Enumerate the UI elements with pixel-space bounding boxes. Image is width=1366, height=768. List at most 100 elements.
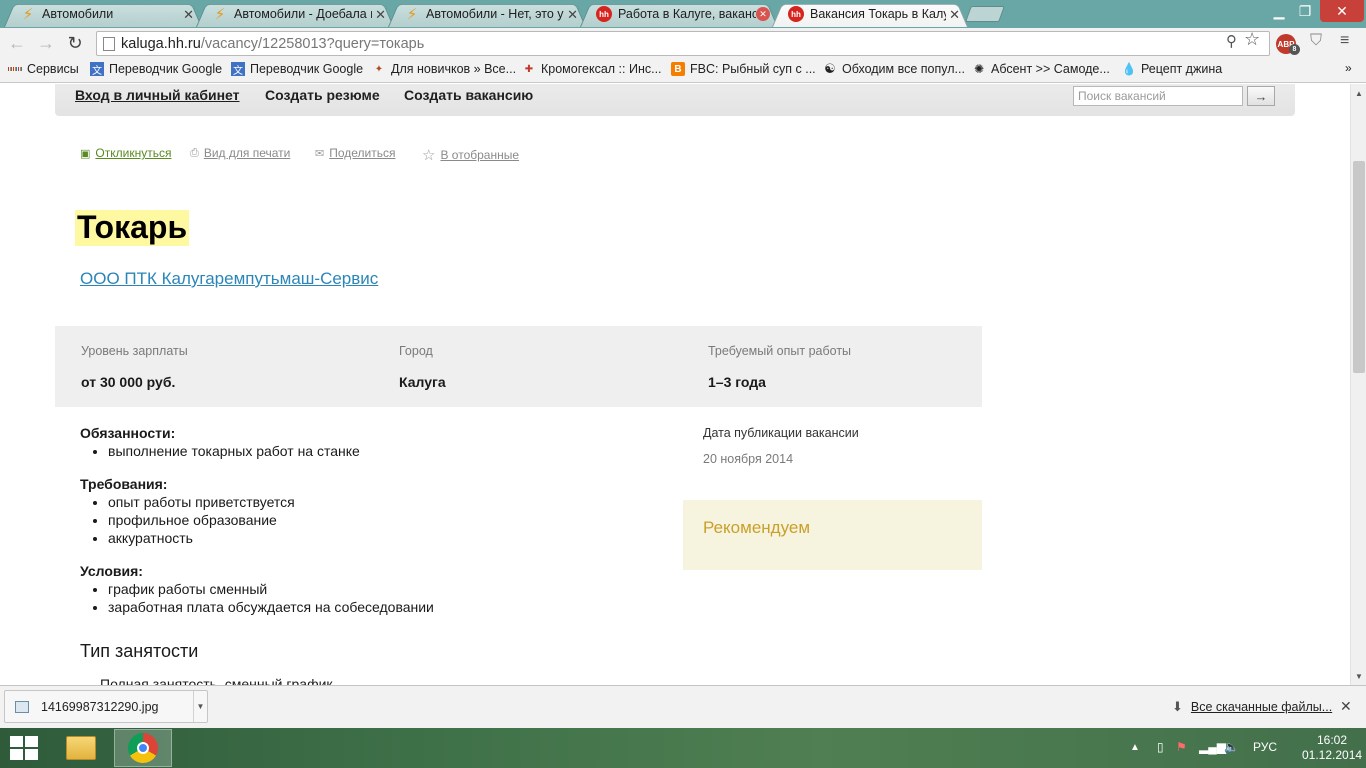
drop-icon: 💧 [1121, 62, 1137, 76]
clock[interactable]: 16:02 01.12.2014 [1302, 733, 1362, 763]
minimize-icon[interactable]: ▁ [1266, 0, 1292, 22]
list-item: профильное образование [108, 511, 640, 529]
section-heading-conditions: Условия: [80, 563, 143, 579]
pin-icon[interactable]: ⚲ [1226, 32, 1237, 50]
tab-avtomobili-3[interactable]: ⚡ Автомобили - Нет, это у ✕ [388, 1, 586, 27]
list-item: выполнение токарных работ на станке [108, 442, 640, 460]
chevron-down-icon[interactable]: ▼ [193, 691, 207, 722]
close-tab-icon[interactable]: ✕ [949, 7, 960, 23]
print-link[interactable]: Вид для печати [204, 146, 291, 160]
respond-link[interactable]: Откликнуться [95, 146, 171, 160]
bookmark-kromogeksal[interactable]: ✚ Кромогексал :: Инс... [522, 62, 662, 76]
list-item: график работы сменный [108, 580, 640, 598]
tab-avtomobili-2[interactable]: ⚡ Автомобили - Доебала в ✕ [196, 1, 394, 27]
scroll-up-icon[interactable]: ▲ [1351, 86, 1366, 100]
reload-icon[interactable]: ↻ [64, 32, 86, 54]
favorite-action[interactable]: ☆ В отобранные [422, 146, 519, 164]
signal-icon[interactable]: ▂▄▆ [1199, 740, 1226, 754]
page-viewport: Вход в личный кабинет Создать резюме Соз… [0, 84, 1350, 685]
salary-value: от 30 000 руб. [81, 374, 176, 390]
window-close-icon[interactable]: ✕ [1320, 0, 1364, 22]
tab-title: Автомобили - Доебала в [234, 7, 372, 21]
maximize-icon[interactable]: ❐ [1292, 0, 1318, 22]
blogger-icon: B [671, 62, 685, 76]
bookmark-recept-dzhina[interactable]: 💧 Рецепт джина [1121, 62, 1223, 76]
language-indicator[interactable]: РУС [1253, 740, 1277, 754]
explorer-taskbar-button[interactable] [52, 729, 110, 767]
pharma-icon: ✚ [524, 63, 534, 75]
tray-expand-icon[interactable]: ▲ [1130, 742, 1140, 753]
recommend-box: Рекомендуем [683, 500, 982, 570]
address-bar[interactable]: kaluga.hh.ru/vacancy/12258013?query=тока… [96, 31, 1270, 56]
scroll-thumb[interactable] [1353, 161, 1365, 373]
login-link[interactable]: Вход в личный кабинет [75, 87, 240, 103]
vacancy-search-input[interactable]: Поиск вакансий [1073, 86, 1243, 106]
site-top-nav: Вход в личный кабинет Создать резюме Соз… [55, 84, 1295, 116]
bookmark-services[interactable]: Сервисы [7, 62, 79, 76]
close-tab-icon[interactable]: ✕ [183, 7, 194, 23]
company-link[interactable]: ООО ПТК Калугаремпутьмаш-Сервис [80, 269, 378, 289]
apps-icon [7, 62, 23, 76]
browser-toolbar: ← → ↻ kaluga.hh.ru/vacancy/12258013?quer… [0, 28, 1366, 58]
list-item: аккуратность [108, 529, 640, 547]
create-resume-link[interactable]: Создать резюме [265, 87, 380, 103]
bolt-icon: ⚡ [214, 5, 226, 23]
yin-yang-icon: ☯ [824, 61, 836, 76]
new-tab-button[interactable] [965, 6, 1005, 22]
windows-start-icon[interactable] [10, 736, 38, 760]
section-heading-requirements: Требования: [80, 476, 168, 492]
close-shelf-icon[interactable]: ✕ [1340, 698, 1352, 715]
print-action[interactable]: ⎙ Вид для печати [190, 146, 290, 160]
vacancy-title: Токарь [75, 209, 190, 246]
star-outline-icon: ☆ [422, 147, 436, 164]
close-tab-icon[interactable]: ✕ [375, 7, 386, 23]
menu-icon[interactable]: ≡ [1340, 32, 1349, 50]
all-downloads[interactable]: ⬇ Все скачанные файлы... [1172, 699, 1332, 715]
volume-icon[interactable]: 🔈 [1224, 740, 1239, 754]
share-link[interactable]: Поделиться [329, 146, 395, 160]
respond-action[interactable]: ▣ Откликнуться [80, 146, 171, 160]
favorite-link[interactable]: В отобранные [440, 148, 519, 162]
forward-icon[interactable]: → [35, 32, 57, 54]
bookmark-obkhodim[interactable]: ☯ Обходим все попул... [823, 61, 965, 76]
scroll-down-icon[interactable]: ▼ [1351, 669, 1366, 683]
battery-icon[interactable]: ▯ [1157, 740, 1164, 754]
bookmark-star-icon[interactable]: ☆ [1244, 29, 1260, 50]
employment-type-value: Полная занятость, сменный график [100, 676, 333, 685]
tab-rabota-kaluga[interactable]: hh Работа в Калуге, ваканси ✕ [580, 1, 778, 27]
bookmark-novichki[interactable]: ✦ Для новичков » Все... [372, 62, 516, 76]
page-scrollbar[interactable]: ▲ ▼ [1350, 84, 1366, 685]
bookmark-translate-2[interactable]: 文 Переводчик Google [231, 62, 363, 77]
folder-icon [66, 736, 96, 760]
print-icon: ⎙ [190, 146, 199, 159]
translate-icon: 文 [231, 62, 245, 77]
tab-title: Работа в Калуге, ваканси [618, 7, 756, 21]
search-button[interactable]: → [1247, 86, 1275, 106]
url-path: /vacancy/12258013?query=токарь [200, 35, 425, 52]
close-tab-icon[interactable]: ✕ [756, 7, 770, 21]
bookmark-translate-1[interactable]: 文 Переводчик Google [90, 62, 222, 77]
tab-avtomobili-1[interactable]: ⚡ Автомобили ✕ [4, 1, 202, 27]
bookmark-absent[interactable]: ✺ Абсент >> Самоде... [972, 62, 1110, 76]
chrome-icon [128, 733, 158, 763]
bookmark-fbc[interactable]: B FBC: Рыбный суп с ... [671, 62, 816, 76]
city-label: Город [399, 344, 433, 358]
tab-title: Автомобили - Нет, это у [426, 7, 564, 21]
download-item[interactable]: 14169987312290.jpg ▼ [4, 690, 208, 723]
tab-vacancy-tokar[interactable]: hh Вакансия Токарь в Калуге ✕ [772, 1, 968, 27]
clock-time: 16:02 [1316, 733, 1348, 747]
action-center-icon[interactable]: ⚑ [1176, 740, 1187, 754]
more-bookmarks-icon[interactable]: » [1345, 61, 1352, 75]
vacancy-description: Обязанности: выполнение токарных работ н… [80, 424, 640, 631]
chrome-taskbar-button[interactable] [114, 729, 172, 767]
shield-icon[interactable]: ⛉ [1310, 32, 1322, 50]
create-vacancy-link[interactable]: Создать вакансию [404, 87, 533, 103]
all-downloads-link[interactable]: Все скачанные файлы... [1191, 700, 1332, 714]
back-icon[interactable]: ← [6, 32, 28, 54]
recommend-heading: Рекомендуем [703, 518, 811, 537]
share-action[interactable]: ✉ Поделиться [315, 146, 395, 160]
url-host: kaluga.hh.ru [121, 35, 201, 52]
close-tab-icon[interactable]: ✕ [567, 7, 578, 23]
respond-icon: ▣ [80, 147, 91, 160]
star-icon: ✺ [973, 62, 985, 76]
